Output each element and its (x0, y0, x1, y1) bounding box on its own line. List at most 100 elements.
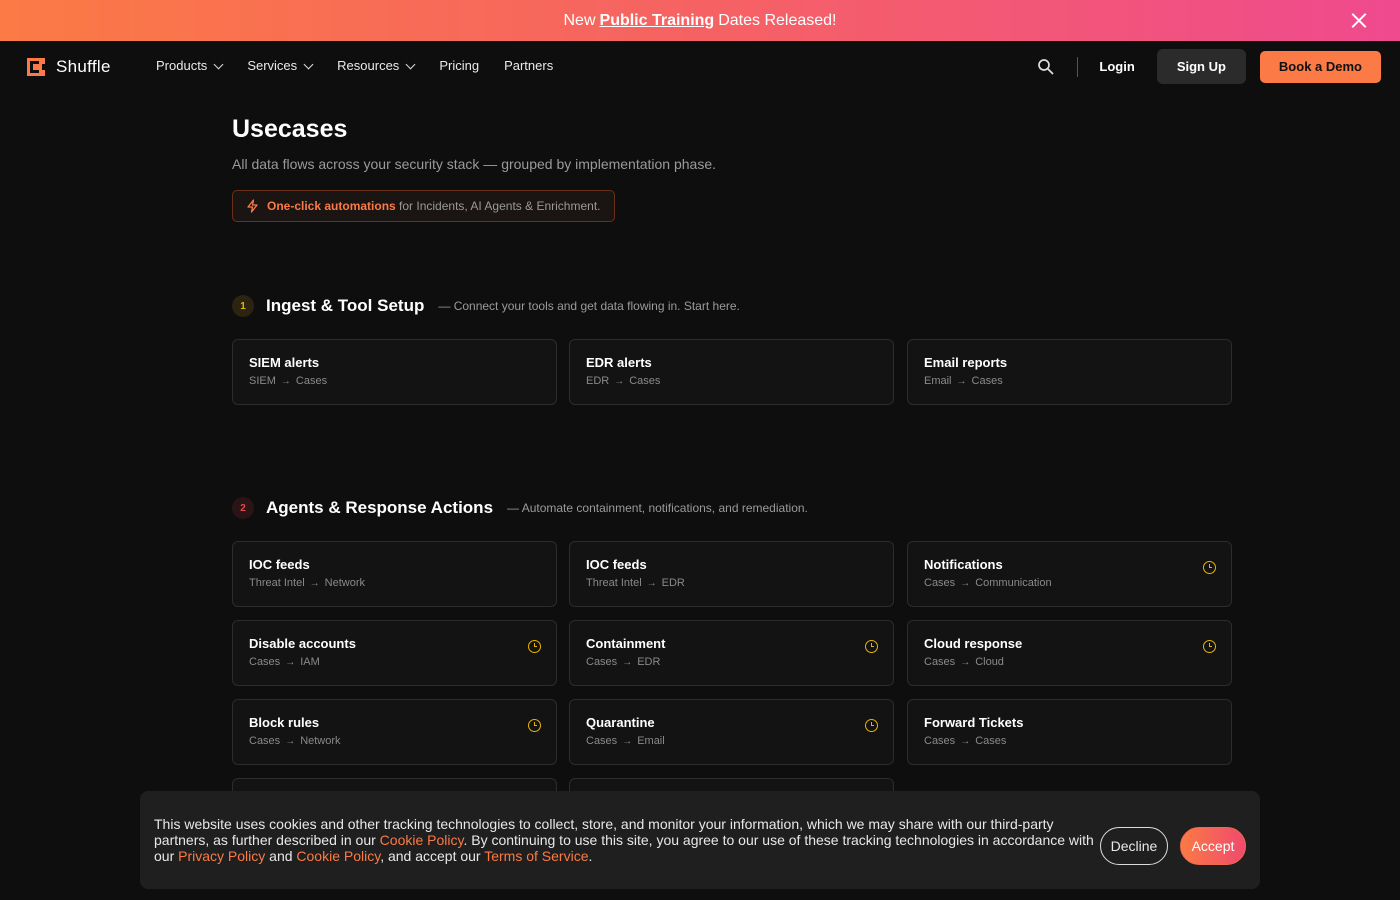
nav-item-label: Resources (337, 58, 400, 73)
usecase-title: Forward Tickets (924, 715, 1024, 730)
page-title: Usecases (232, 115, 348, 143)
flow-source: Cases (924, 656, 956, 668)
flow-source: Cases (249, 735, 281, 747)
book-demo-button[interactable]: Book a Demo (1259, 50, 1381, 83)
phase-title: Ingest & Tool Setup (266, 296, 425, 315)
usecase-flow: Cases → Communication (924, 577, 1215, 589)
phase-header: 1 Ingest & Tool Setup — Connect your tools… (232, 295, 740, 317)
accept-button[interactable]: Accept (1180, 827, 1246, 865)
flow-target: Network (324, 577, 365, 589)
usecase-card[interactable]: EDR alerts EDR → Cases (569, 339, 894, 405)
cookie-policy-link-2[interactable]: Cookie Policy (296, 848, 380, 864)
brand-name: Shuffle (56, 57, 111, 76)
nav-item-services[interactable]: Services (247, 58, 314, 73)
shuffle-logo-icon (27, 58, 45, 76)
usecase-flow: Cases → Cases (924, 735, 1215, 747)
flow-source: EDR (586, 375, 610, 387)
flow-source: Cases (586, 656, 618, 668)
brand-logo[interactable]: Shuffle (26, 57, 111, 77)
usecase-card[interactable]: IOC feeds Threat Intel → EDR (569, 541, 894, 607)
flow-source: Threat Intel (586, 577, 642, 589)
usecase-title: SIEM alerts (249, 355, 320, 370)
flow-source: Cases (586, 735, 618, 747)
usecase-card[interactable]: Cloud response Cases → Cloud (907, 620, 1232, 686)
usecase-flow: Threat Intel → Network (249, 577, 540, 589)
clock-icon (528, 640, 541, 653)
arrow-right-icon: → (960, 577, 971, 589)
usecase-flow: Cases → IAM (249, 656, 540, 668)
privacy-policy-link[interactable]: Privacy Policy (178, 848, 265, 864)
flow-source: Cases (924, 577, 956, 589)
arrow-right-icon: → (614, 375, 625, 387)
usecase-card[interactable]: Email reports Email → Cases (907, 339, 1232, 405)
flow-target: EDR (661, 577, 685, 589)
clock-icon (528, 719, 541, 732)
phase-header: 2 Agents & Response Actions — Automate con… (232, 497, 808, 519)
flow-target: Cases (971, 375, 1003, 387)
terms-of-service-link[interactable]: Terms of Service (484, 848, 588, 864)
usecase-card[interactable]: Block rules Cases → Network (232, 699, 557, 765)
phase-title: Agents & Response Actions (266, 498, 494, 517)
promo-banner[interactable]: One-click automations for Incidents, AI … (232, 190, 615, 222)
nav-item-products[interactable]: Products (156, 58, 224, 73)
main-menu: Products Services Resources Pricing Partners (156, 58, 578, 73)
usecase-title: Cloud response (924, 636, 1023, 651)
usecase-flow: Cases → Email (586, 735, 877, 747)
usecase-card[interactable]: IOC feeds Threat Intel → Network (232, 541, 557, 607)
usecase-card[interactable]: Disable accounts Cases → IAM (232, 620, 557, 686)
cookie-text: This website uses cookies and other trac… (154, 816, 1094, 864)
signup-button[interactable]: Sign Up (1156, 49, 1246, 84)
usecase-title: IOC feeds (586, 557, 647, 572)
arrow-right-icon: → (622, 735, 633, 747)
announcement-link[interactable]: Public Training (600, 12, 715, 30)
usecase-card[interactable]: Forward Tickets Cases → Cases (907, 699, 1232, 765)
usecase-title: IOC feeds (249, 557, 310, 572)
clock-icon (1203, 640, 1216, 653)
clock-icon (1203, 561, 1216, 574)
page-header: Usecases All data flows across your secu… (232, 115, 1232, 222)
usecase-flow: SIEM → Cases (249, 375, 540, 387)
usecase-flow: Threat Intel → EDR (586, 577, 877, 589)
nav-item-partners[interactable]: Partners (504, 58, 553, 73)
flow-source: Email (924, 375, 952, 387)
usecase-flow: EDR → Cases (586, 375, 877, 387)
flow-source: SIEM (249, 375, 276, 387)
page-subtitle: All data flows across your security stac… (232, 156, 717, 172)
announcement-bar: New Public Training Dates Released! (0, 0, 1400, 41)
phase-description: — Automate containment, notifications, a… (507, 501, 808, 515)
arrow-right-icon: → (285, 735, 296, 747)
phase-number-badge: 2 (232, 497, 254, 519)
search-icon[interactable] (1037, 58, 1055, 76)
phase-number-badge: 1 (232, 295, 254, 317)
usecase-title: Block rules (249, 715, 320, 730)
usecase-title: EDR alerts (586, 355, 652, 370)
flow-target: Email (637, 735, 665, 747)
usecase-card[interactable]: Containment Cases → EDR (569, 620, 894, 686)
close-icon[interactable] (1351, 12, 1368, 29)
clock-icon (865, 640, 878, 653)
chevron-down-icon (303, 59, 314, 69)
arrow-right-icon: → (960, 735, 971, 747)
nav-item-pricing[interactable]: Pricing (439, 58, 479, 73)
usecase-flow: Email → Cases (924, 375, 1215, 387)
arrow-right-icon: → (646, 577, 657, 589)
cookie-policy-link[interactable]: Cookie Policy (380, 832, 464, 848)
flow-target: Cases (629, 375, 661, 387)
flow-source: Cases (924, 735, 956, 747)
promo-text: for Incidents, AI Agents & Enrichment. (399, 199, 601, 213)
chevron-down-icon (405, 59, 416, 69)
usecase-card[interactable]: SIEM alerts SIEM → Cases (232, 339, 557, 405)
nav-item-resources[interactable]: Resources (337, 58, 416, 73)
arrow-right-icon: → (622, 656, 633, 668)
usecase-card[interactable]: Notifications Cases → Communication (907, 541, 1232, 607)
login-link[interactable]: Login (1099, 59, 1134, 74)
usecase-card[interactable]: Quarantine Cases → Email (569, 699, 894, 765)
arrow-right-icon: → (285, 656, 296, 668)
decline-button[interactable]: Decline (1100, 827, 1168, 865)
announcement-suffix: Dates Released! (718, 11, 837, 29)
chevron-down-icon (213, 59, 224, 69)
flow-target: Cases (975, 735, 1007, 747)
usecase-flow: Cases → Network (249, 735, 540, 747)
usecase-flow: Cases → EDR (586, 656, 877, 668)
flow-source: Threat Intel (249, 577, 305, 589)
